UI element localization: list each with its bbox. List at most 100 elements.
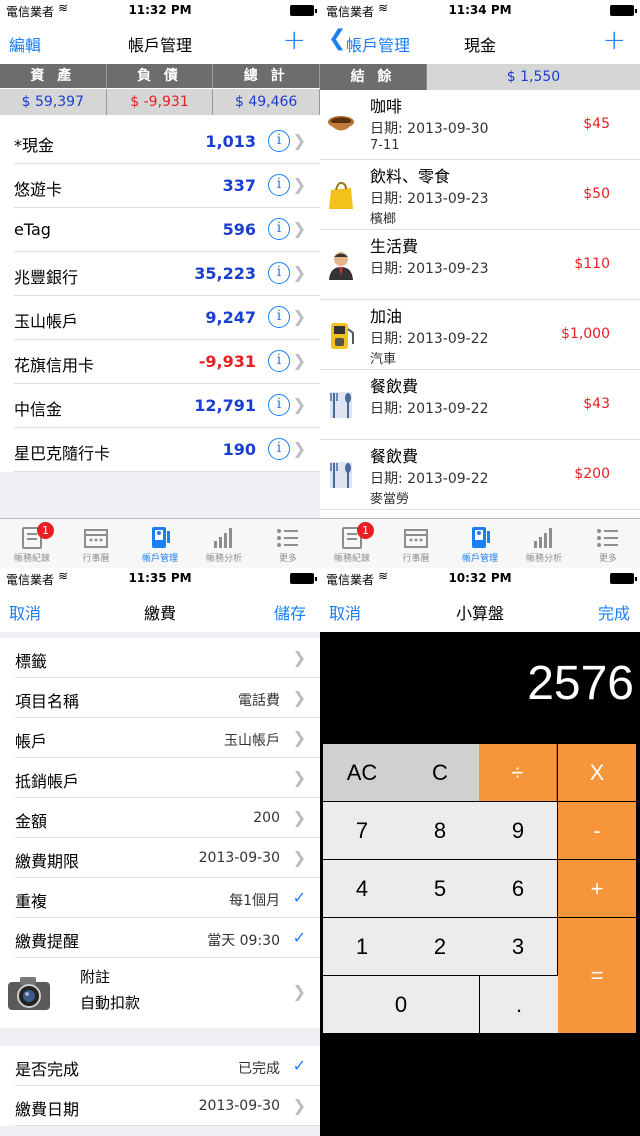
calendar-icon [84,529,108,548]
form-row[interactable]: 重複 每1個月 ✓ [15,878,320,918]
transaction-title: 飲料、零食 [370,167,451,186]
key-3[interactable]: 3 [479,918,557,975]
tab-accounts[interactable]: 帳戶管理 [448,519,512,568]
tab-records[interactable]: 帳務紀錄 1 [0,519,64,568]
info-icon[interactable]: i [268,394,290,416]
clear-all-key[interactable]: AC [323,744,401,801]
list-item[interactable]: 餐飲費 日期: 2013-09-22 $43 [320,370,640,440]
done-button[interactable]: 完成 [598,600,630,624]
list-item[interactable]: *現金 1,013 i ❯ [14,120,320,164]
account-amount: 35,223 [194,264,256,283]
clock: 11:34 PM [448,3,512,17]
info-icon[interactable]: i [268,174,290,196]
tab-records[interactable]: 帳務紀錄 1 [320,519,384,568]
clock: 11:32 PM [128,3,192,17]
calculator-display: 2576 [527,657,634,710]
list-item[interactable]: 星巴克隨行卡 190 i ❯ [14,428,320,472]
form-value: 200 [253,810,280,826]
form-row[interactable]: 繳費提醒 當天 09:30 ✓ [15,918,320,958]
clear-key[interactable]: C [401,744,479,801]
add-icon[interactable]: + [283,26,306,54]
key-9[interactable]: 9 [479,802,557,859]
nav-bar: 取消 小算盤 完成 [320,588,640,632]
divide-key[interactable]: ÷ [479,744,557,801]
multiply-key[interactable]: X [558,744,636,801]
chevron-right-icon: ❯ [292,175,306,194]
tab-bar: 帳務紀錄 1 行事曆 帳戶管理 帳務分析 更多 [0,518,320,568]
list-item[interactable]: 兆豐銀行 35,223 i ❯ [14,252,320,296]
bar-chart-icon [214,528,232,548]
payment-screen: 電信業者 ≋ 11:35 PM 取消 繳費 儲存 標籤 ❯ 項目名稱 電話費 ❯ 帳戶 玉山… [0,568,320,1136]
tab-more[interactable]: 更多 [576,519,640,568]
tab-calendar[interactable]: 行事曆 [64,519,128,568]
tab-accounts[interactable]: 帳戶管理 [128,519,192,568]
account-name: *現金 [14,136,55,155]
form-value: 每1個月 [229,893,280,909]
equals-key[interactable]: = [558,918,636,1033]
info-icon[interactable]: i [268,218,290,240]
chevron-right-icon: ❯ [292,848,306,867]
transaction-note: 麥當勞 [370,492,410,507]
form-value: 電話費 [238,693,280,709]
form-label: 繳費期限 [15,852,80,871]
key-4[interactable]: 4 [323,860,401,917]
chevron-right-icon: ❯ [292,1096,306,1115]
key-6[interactable]: 6 [479,860,557,917]
key-8[interactable]: 8 [401,802,479,859]
transaction-date: 日期: 2013-09-22 [370,471,489,487]
form-row[interactable]: 帳戶 玉山帳戶 ❯ [15,718,320,758]
decimal-key[interactable]: . [480,976,558,1033]
add-icon[interactable]: + [603,26,626,54]
list-item[interactable]: 餐飲費 日期: 2013-09-22 麥當勞 $200 [320,440,640,510]
transaction-date: 日期: 2013-09-30 [370,121,489,137]
battery-icon [290,573,317,584]
form-row[interactable]: 繳費期限 2013-09-30 ❯ [15,838,320,878]
info-icon[interactable]: i [268,350,290,372]
done-row[interactable]: 是否完成 已完成 ✓ [15,1046,320,1086]
list-item[interactable]: 咖啡 日期: 2013-09-30 7-11 $45 [320,90,640,160]
info-icon[interactable]: i [268,262,290,284]
key-7[interactable]: 7 [323,802,401,859]
list-item[interactable]: 中信金 12,791 i ❯ [14,384,320,428]
form-row[interactable]: 金額 200 ❯ [15,798,320,838]
list-item[interactable]: 悠遊卡 337 i ❯ [14,164,320,208]
info-icon[interactable]: i [268,130,290,152]
list-item[interactable]: 生活費 日期: 2013-09-23 $110 [320,230,640,300]
info-icon[interactable]: i [268,306,290,328]
tab-more[interactable]: 更多 [256,519,320,568]
transaction-title: 餐飲費 [370,377,419,396]
list-item[interactable]: 玉山帳戶 9,247 i ❯ [14,296,320,340]
keypad: AC C ÷ X 7 8 9 - 4 5 6 + 1 2 3 = 0 . [323,744,637,1034]
list-item[interactable]: eTag 596 i ❯ [14,208,320,252]
tab-analysis[interactable]: 帳務分析 [192,519,256,568]
key-2[interactable]: 2 [401,918,479,975]
form-row[interactable]: 項目名稱 電話費 ❯ [15,678,320,718]
note-label: 附註 [80,968,111,986]
save-button[interactable]: 儲存 [274,600,306,624]
completion-section: 是否完成 已完成 ✓ 繳費日期 2013-09-30 ❯ [0,1046,320,1126]
form-value: 當天 09:30 [207,933,280,949]
list-item[interactable]: 花旗信用卡 -9,931 i ❯ [14,340,320,384]
add-key[interactable]: + [558,860,636,917]
form-row[interactable]: 抵銷帳戶 ❯ [15,758,320,798]
subtract-key[interactable]: - [558,802,636,859]
tab-analysis[interactable]: 帳務分析 [512,519,576,568]
form-row[interactable]: 標籤 ❯ [15,638,320,678]
info-icon[interactable]: i [268,438,290,460]
key-5[interactable]: 5 [401,860,479,917]
checkmark-icon: ✓ [292,1056,306,1075]
list-item[interactable]: 加油 日期: 2013-09-22 汽車 $1,000 [320,300,640,370]
summary-header: 資 產 負 債 總 計 [0,64,320,88]
key-1[interactable]: 1 [323,918,401,975]
form-value: 玉山帳戶 [224,733,280,749]
tab-calendar[interactable]: 行事曆 [384,519,448,568]
camera-icon[interactable] [6,972,52,1014]
total-value: $ 49,466 [213,89,320,115]
key-0[interactable]: 0 [323,976,479,1033]
chevron-right-icon: ❯ [292,648,306,667]
list-item[interactable]: 飲料、零食 日期: 2013-09-23 檳榔 $50 [320,160,640,230]
paydate-row[interactable]: 繳費日期 2013-09-30 ❯ [15,1086,320,1126]
account-amount: -9,931 [198,352,256,371]
form-label: 項目名稱 [15,692,80,711]
note-row[interactable]: 附註 自動扣款 ❯ [0,958,320,1028]
